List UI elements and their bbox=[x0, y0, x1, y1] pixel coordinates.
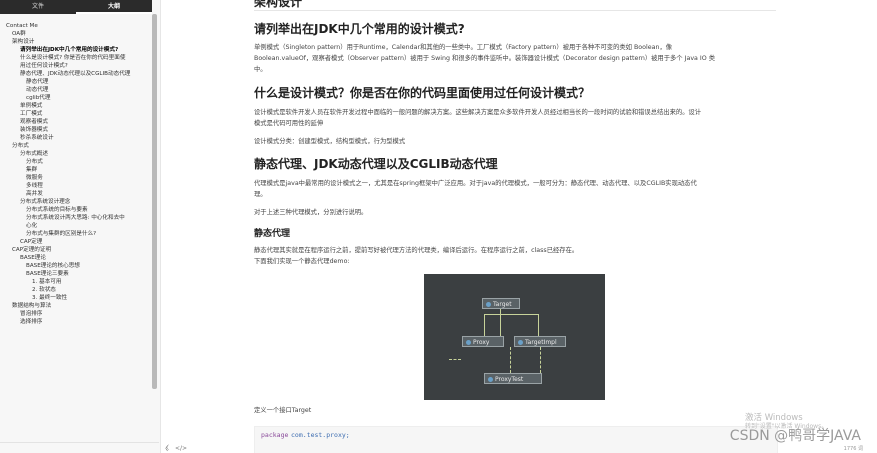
outline-item[interactable]: 集群 bbox=[0, 166, 150, 174]
sidebar-scrollbar[interactable] bbox=[152, 14, 157, 389]
paragraph-line: 对于上述三种代理模式，分别进行说明。 bbox=[254, 209, 368, 216]
outline-item[interactable]: 动态代理 bbox=[0, 86, 150, 94]
outline-item[interactable]: cglib代理 bbox=[0, 94, 150, 102]
class-icon bbox=[466, 340, 471, 345]
heading-proxy: 静态代理、JDK动态代理以及CGLIB动态代理 bbox=[254, 157, 498, 171]
outline-list: Contact Me OA群 架构设计 请列举出在JDK中几个常用的设计模式? 什么是设… bbox=[0, 22, 150, 442]
outline-item[interactable]: 高并发 bbox=[0, 190, 150, 198]
uml-class-proxy: Proxy bbox=[462, 336, 504, 347]
word-count: 1776 词 bbox=[843, 446, 863, 452]
paragraph-line: 下面我们实现一个静态代理demo: bbox=[254, 258, 350, 265]
outline-item[interactable]: 分布式概述 bbox=[0, 150, 150, 158]
outline-item[interactable]: 数据结构与算法 bbox=[0, 302, 150, 310]
outline-item[interactable]: 分布式与集群的区别是什么? bbox=[0, 230, 150, 238]
outline-item[interactable]: 静态代理 bbox=[0, 78, 150, 86]
paragraph-line: 定义一个接口Target bbox=[254, 407, 312, 414]
heading-jdk-patterns: 请列举出在JDK中几个常用的设计模式? bbox=[254, 22, 465, 36]
outline-item[interactable]: 分布式系统的目标与要素 bbox=[0, 206, 150, 214]
outline-item[interactable]: 3. 最终一致性 bbox=[0, 294, 150, 302]
editor-main: 架构设计 请列举出在JDK中几个常用的设计模式? 单例模式（Singleton … bbox=[161, 0, 877, 453]
outline-item[interactable]: BASE理论三要素 bbox=[0, 270, 150, 278]
outline-item[interactable]: 分布式系统设计两大思路: 中心化和去中 bbox=[0, 214, 150, 222]
outline-item[interactable]: 心化 bbox=[0, 222, 150, 230]
outline-item[interactable]: 1. 基本可用 bbox=[0, 278, 150, 286]
outline-item[interactable]: 多线程 bbox=[0, 182, 150, 190]
paragraph-line: 中。 bbox=[254, 66, 267, 73]
class-icon bbox=[488, 377, 493, 382]
code-package: com.test.proxy; bbox=[291, 431, 350, 439]
paragraph-line: 理。 bbox=[254, 191, 267, 198]
uml-class-proxytest: ProxyTest bbox=[484, 373, 542, 384]
outline-item[interactable]: 用过任何设计模式? bbox=[0, 62, 150, 70]
outline-item[interactable]: 微服务 bbox=[0, 174, 150, 182]
sidebar-footer: 〈 bbox=[0, 442, 168, 453]
outline-item[interactable]: Contact Me bbox=[0, 22, 150, 30]
outline-item[interactable]: CAP定理的证明 bbox=[0, 246, 150, 254]
heading-static-proxy: 静态代理 bbox=[254, 229, 291, 239]
uml-edge bbox=[510, 347, 511, 373]
tab-files[interactable]: 文件 bbox=[0, 0, 76, 14]
paragraph-line: 模式是代码可用性的延伸 bbox=[254, 120, 324, 127]
code-block[interactable]: package com.test.proxy; bbox=[254, 426, 778, 453]
tab-outline[interactable]: 大纲 bbox=[76, 0, 152, 14]
uml-edge bbox=[538, 314, 539, 336]
outline-item[interactable]: 分布式 bbox=[0, 142, 150, 150]
outline-item[interactable]: CAP定理 bbox=[0, 238, 150, 246]
heading-architecture: 架构设计 bbox=[254, 0, 303, 9]
outline-item[interactable]: 装饰器模式 bbox=[0, 126, 150, 134]
outline-item[interactable]: 什么是设计模式? 你是否在你的代码里面使 bbox=[0, 54, 150, 62]
outline-item[interactable]: 工厂模式 bbox=[0, 110, 150, 118]
outline-item[interactable]: 架构设计 bbox=[0, 38, 150, 46]
outline-item[interactable]: 分布式 bbox=[0, 158, 150, 166]
uml-edge bbox=[449, 359, 461, 360]
csdn-watermark: CSDN @鸭哥学JAVA bbox=[729, 428, 861, 444]
outline-item[interactable]: 选择排序 bbox=[0, 318, 150, 326]
paragraph-line: 设计模式分类：创建型模式，结构型模式，行为型模式 bbox=[254, 138, 406, 145]
outline-item[interactable]: BASE理论 bbox=[0, 254, 150, 262]
outline-item[interactable]: 请列举出在JDK中几个常用的设计模式? bbox=[0, 46, 150, 54]
heading-what-is-pattern: 什么是设计模式？你是否在你的代码里面使用过任何设计模式？ bbox=[254, 86, 591, 100]
uml-edge bbox=[484, 314, 539, 315]
uml-edge bbox=[484, 314, 485, 336]
outline-item[interactable]: 单例模式 bbox=[0, 102, 150, 110]
outline-item[interactable]: 秒杀系统设计 bbox=[0, 134, 150, 142]
outline-item[interactable]: 2. 软状态 bbox=[0, 286, 150, 294]
outline-item[interactable]: 冒泡排序 bbox=[0, 310, 150, 318]
interface-icon bbox=[486, 302, 491, 307]
outline-item[interactable]: OA群 bbox=[0, 30, 150, 38]
uml-edge bbox=[540, 347, 541, 373]
uml-class-target: Target bbox=[482, 298, 520, 309]
class-icon bbox=[518, 340, 523, 345]
outline-item[interactable]: 分布式系统设计理念 bbox=[0, 198, 150, 206]
sidebar: 文件 大纲 Contact Me OA群 架构设计 请列举出在JDK中几个常用的设计模… bbox=[0, 0, 168, 453]
code-keyword: package bbox=[261, 431, 289, 439]
outline-item[interactable]: 观察者模式 bbox=[0, 118, 150, 126]
divider bbox=[254, 10, 776, 11]
outline-item[interactable]: BASE理论的核心思想 bbox=[0, 262, 150, 270]
sidebar-tabs: 文件 大纲 bbox=[0, 0, 152, 14]
uml-diagram: Target Proxy TargetImpl ProxyTest bbox=[424, 274, 605, 400]
uml-class-targetimpl: TargetImpl bbox=[514, 336, 566, 347]
outline-item[interactable]: 静态代理、JDK动态代理以及CGLIB动态代理 bbox=[0, 70, 150, 78]
